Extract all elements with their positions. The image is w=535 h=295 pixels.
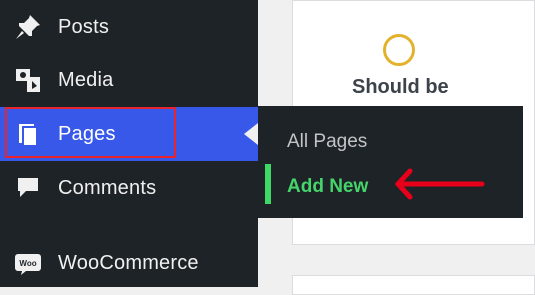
- submenu-active-indicator: [265, 164, 271, 204]
- pin-icon: [12, 11, 44, 43]
- sidebar-item-label: Media: [58, 68, 114, 91]
- sidebar-item-posts[interactable]: Posts: [0, 0, 258, 54]
- sidebar-item-label: WooCommerce: [58, 251, 199, 274]
- media-icon: [12, 64, 44, 96]
- content-card-secondary: [292, 275, 535, 295]
- sidebar-item-label: Comments: [58, 176, 157, 199]
- sidebar-item-comments[interactable]: Comments: [0, 161, 258, 215]
- active-menu-pointer: [244, 123, 258, 145]
- sidebar-item-label: Posts: [58, 15, 110, 38]
- woocommerce-logo-text: Woo: [19, 259, 36, 268]
- woocommerce-icon: Woo: [12, 247, 44, 279]
- submenu-item-all-pages[interactable]: All Pages: [287, 131, 367, 153]
- sidebar-item-media[interactable]: Media: [0, 53, 258, 107]
- pages-highlight-annotation: [5, 107, 176, 158]
- submenu-item-add-new[interactable]: Add New: [287, 176, 368, 198]
- loading-spinner-icon: [383, 34, 415, 66]
- sidebar-item-woocommerce[interactable]: Woo WooCommerce: [0, 236, 258, 290]
- comment-icon: [12, 172, 44, 204]
- content-text: Should be: [352, 76, 449, 98]
- annotation-arrow-icon: [395, 168, 485, 200]
